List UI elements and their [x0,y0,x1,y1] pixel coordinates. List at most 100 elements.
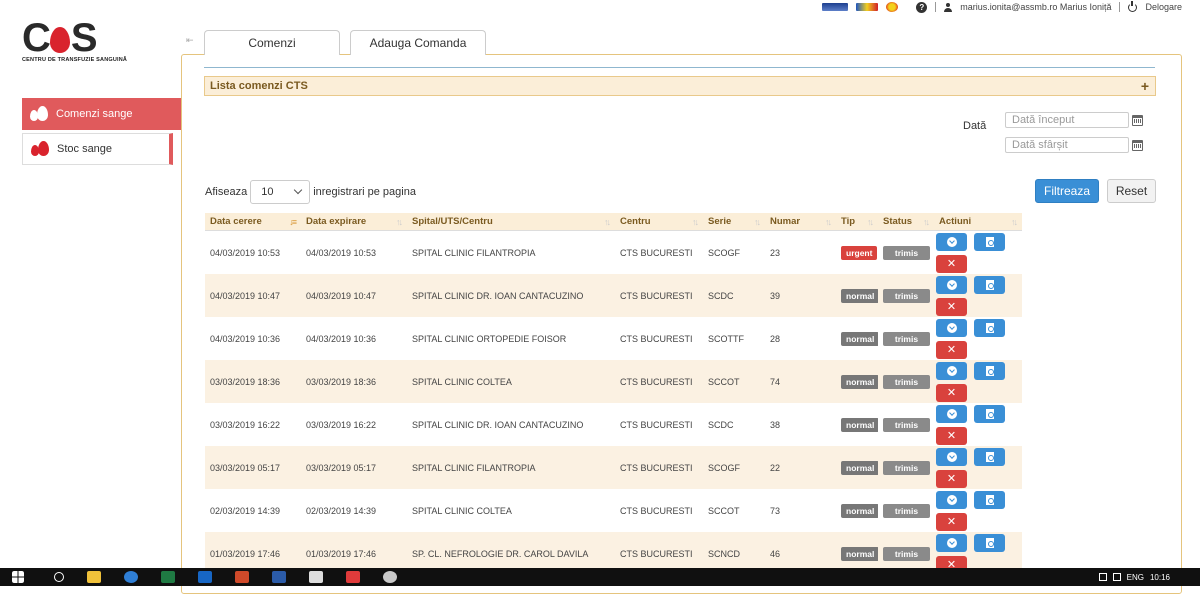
view-document-button[interactable] [974,233,1005,251]
reset-button[interactable]: Reset [1107,179,1156,203]
tab-adauga-comanda[interactable]: Adauga Comanda [350,30,486,55]
cell-data-expirare: 04/03/2019 10:53 [306,247,377,258]
tab-comenzi[interactable]: Comenzi [204,30,340,55]
view-document-button[interactable] [974,362,1005,380]
status-badge: trimis [883,417,930,432]
download-button[interactable] [936,319,967,337]
filter-button[interactable]: Filtreaza [1035,179,1099,203]
column-header-data-expirare[interactable]: Data expirare ↑↓ [301,213,407,231]
column-header-serie[interactable]: Serie ↑↓ [703,213,765,231]
sidebar-item-label: Stoc sange [57,143,113,155]
outlook-icon[interactable] [198,571,212,583]
cell-data-cerere: 04/03/2019 10:36 [210,333,281,344]
paint-icon[interactable] [383,571,397,583]
close-icon: ✕ [946,258,957,270]
column-header-actiuni[interactable]: Actiuni ↑↓ [934,213,1022,231]
download-button[interactable] [936,362,967,380]
download-button[interactable] [936,448,967,466]
page-size-select[interactable]: 10 [250,180,311,204]
cell-status: trimis [878,374,934,389]
column-header-status[interactable]: Status ↑↓ [878,213,934,231]
cell-numar: 22 [770,462,781,473]
view-document-button[interactable] [974,534,1005,552]
view-document-button[interactable] [974,276,1005,294]
calendar-icon[interactable] [1132,140,1143,151]
taskbar: ENG 10:16 [0,568,1200,586]
cell-actions: ✕ [934,489,1022,532]
excel-icon[interactable] [161,571,175,583]
view-document-button[interactable] [974,405,1005,423]
cell-centru: CTS BUCURESTI [620,419,693,430]
column-header-data-cerere[interactable]: Data cerere ↓≡ [205,213,301,231]
delete-button[interactable]: ✕ [936,513,967,531]
cell-data-expirare: 01/03/2019 17:46 [306,548,377,559]
status-badge: trimis [883,546,930,561]
delete-button[interactable]: ✕ [936,341,967,359]
download-button[interactable] [936,491,967,509]
network-icon[interactable] [1098,573,1107,581]
blood-drops-icon [30,105,48,123]
delete-button[interactable]: ✕ [936,384,967,402]
delete-button[interactable]: ✕ [936,298,967,316]
cell-serie: SCCOT [708,505,740,516]
delete-button[interactable]: ✕ [936,255,967,273]
power-icon[interactable] [1128,0,1138,12]
column-header-numar[interactable]: Numar ↑↓ [765,213,836,231]
collapse-sidebar-icon[interactable]: ⇤ [186,35,198,45]
file-explorer-icon[interactable] [87,571,101,583]
plus-icon[interactable]: + [1141,78,1149,94]
type-badge: normal [841,331,878,346]
document-icon [985,366,994,376]
volume-icon[interactable] [1112,573,1121,581]
view-document-button[interactable] [974,448,1005,466]
view-document-button[interactable] [974,319,1005,337]
download-button[interactable] [936,233,967,251]
language-indicator[interactable]: ENG [1127,573,1144,582]
calendar-icon[interactable] [1132,115,1143,126]
help-icon[interactable]: ? [916,1,928,13]
document-icon [985,452,994,462]
sidebar-item-comenzi-sange[interactable]: Comenzi sange [22,98,181,130]
search-icon[interactable] [54,572,64,582]
windows-start-icon[interactable] [12,571,24,583]
date-label: Dată [963,120,987,132]
column-header-spital[interactable]: Spital/UTS/Centru ↑↓ [407,213,615,231]
clock[interactable]: 10:16 [1150,573,1170,582]
user-account[interactable]: marius.ionita@assmb.ro Marius Ioniță [960,2,1111,12]
end-date-input[interactable]: Dată sfârșit [1005,137,1129,153]
cell-centru: CTS BUCURESTI [620,462,693,473]
cell-status: trimis [878,288,934,303]
powerpoint-icon[interactable] [235,571,249,583]
cell-centru: CTS BUCURESTI [620,333,693,344]
word-icon[interactable] [272,571,286,583]
download-button[interactable] [936,276,967,294]
start-date-input[interactable]: Dată început [1005,112,1129,128]
logout-link[interactable]: Delogare [1145,2,1182,12]
system-tray: ENG 10:16 [1098,573,1200,582]
flag-logo-icon [822,3,849,11]
download-button[interactable] [936,405,967,423]
download-button[interactable] [936,534,967,552]
delete-button[interactable]: ✕ [936,427,967,445]
status-badge: trimis [883,503,930,518]
logo-mark: CS [22,16,98,60]
status-badge: trimis [883,460,930,475]
type-badge: normal [841,460,878,475]
cell-data-expirare: 03/03/2019 16:22 [306,419,377,430]
column-header-tip[interactable]: Tip ↑↓ [836,213,878,231]
photos-icon[interactable] [309,571,323,583]
sidebar-item-stoc-sange[interactable]: Stoc sange [22,133,173,165]
status-badge: trimis [883,288,930,303]
column-header-centru[interactable]: Centru ↑↓ [615,213,703,231]
table-row: 03/03/2019 05:17 03/03/2019 05:17 SPITAL C… [205,446,1022,489]
table-row: 04/03/2019 10:47 04/03/2019 10:47 SPITAL C… [205,274,1022,317]
page-size-suffix: inregistrari pe pagina [313,186,416,198]
view-document-button[interactable] [974,491,1005,509]
edge-browser-icon[interactable] [124,571,138,583]
delete-button[interactable]: ✕ [936,470,967,488]
document-icon [985,495,994,505]
cell-spital: SPITAL CLINIC DR. IOAN CANTACUZINO [412,290,584,301]
app-icon[interactable] [346,571,360,583]
logo[interactable]: CS CENTRU DE TRANSFUZIE SANGUINĂ [22,16,132,63]
status-badge: trimis [883,374,930,389]
